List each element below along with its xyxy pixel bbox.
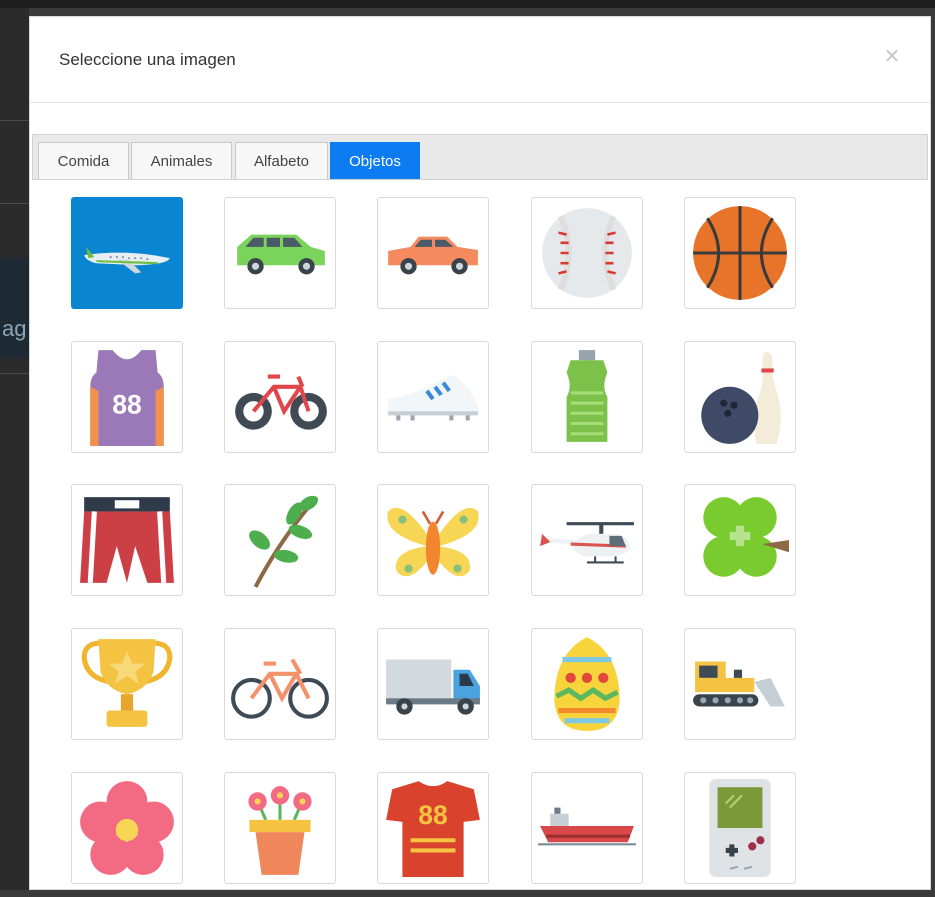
image-option-easter-egg[interactable]: [531, 628, 643, 740]
flower-icon: [80, 781, 174, 875]
bicycle-icon: [235, 374, 327, 430]
image-option-bulldozer[interactable]: [684, 628, 796, 740]
truck-icon: [386, 659, 480, 715]
image-option-butterfly[interactable]: [377, 484, 489, 596]
image-option-city-bicycle[interactable]: [224, 628, 336, 740]
jersey-88-icon: 88: [90, 350, 164, 446]
image-picker-dialog: Seleccione una imagen × Comida Animales …: [29, 16, 931, 890]
basketball-icon: [693, 206, 787, 300]
image-option-bowling[interactable]: [684, 341, 796, 453]
image-option-bicycle[interactable]: [224, 341, 336, 453]
clover-icon: [703, 497, 789, 577]
easter-egg-icon: [554, 637, 620, 731]
green-suv-icon: [237, 234, 325, 275]
bulldozer-icon: [693, 661, 785, 707]
image-option-helicopter[interactable]: [531, 484, 643, 596]
image-option-airplane[interactable]: [71, 197, 183, 309]
tab-alfabeto[interactable]: Alfabeto: [235, 142, 328, 179]
baseball-icon: [542, 208, 632, 298]
helicopter-icon: [540, 522, 634, 564]
jersey-number: 88: [418, 800, 448, 830]
background-text-fragment: ag: [2, 316, 27, 341]
tab-comida[interactable]: Comida: [38, 142, 129, 179]
butterfly-icon: [387, 507, 479, 577]
background-page: ag: [0, 8, 29, 890]
game-console-icon: [709, 779, 771, 877]
image-option-football-jersey[interactable]: 88: [377, 772, 489, 884]
tab-objetos[interactable]: Objetos: [330, 142, 420, 179]
image-option-jersey-88[interactable]: 88: [71, 341, 183, 453]
image-option-trophy[interactable]: [71, 628, 183, 740]
tab-animales[interactable]: Animales: [131, 142, 232, 179]
image-option-water-bottle[interactable]: [531, 341, 643, 453]
image-option-ship[interactable]: [531, 772, 643, 884]
sneaker-icon: [388, 374, 478, 421]
background-divider: [0, 373, 29, 374]
image-option-clover[interactable]: [684, 484, 796, 596]
dialog-header: Seleccione una imagen ×: [30, 17, 930, 103]
image-option-flower-pot[interactable]: [224, 772, 336, 884]
image-option-leaf-branch[interactable]: [224, 484, 336, 596]
dialog-title: Seleccione una imagen: [59, 50, 236, 69]
city-bicycle-icon: [231, 658, 329, 719]
flower-pot-icon: [248, 786, 312, 875]
trophy-icon: [81, 639, 173, 727]
image-option-game-console[interactable]: [684, 772, 796, 884]
close-button[interactable]: ×: [882, 45, 902, 65]
football-jersey-icon: 88: [386, 781, 480, 877]
image-option-baseball[interactable]: [531, 197, 643, 309]
category-tabs: Comida Animales Alfabeto Objetos: [32, 134, 928, 180]
background-divider: [0, 120, 29, 121]
image-grid: 88 88: [30, 197, 930, 897]
boxing-shorts-icon: [80, 497, 174, 583]
ship-icon: [538, 807, 636, 846]
water-bottle-icon: [566, 350, 608, 442]
page-top-bar: [0, 0, 935, 8]
background-panel: ag: [0, 258, 29, 358]
image-option-truck[interactable]: [377, 628, 489, 740]
image-option-boxing-shorts[interactable]: [71, 484, 183, 596]
jersey-number: 88: [112, 389, 142, 419]
image-option-orange-car[interactable]: [377, 197, 489, 309]
bowling-icon: [701, 352, 781, 444]
image-option-basketball[interactable]: [684, 197, 796, 309]
image-option-green-suv[interactable]: [224, 197, 336, 309]
image-option-flower[interactable]: [71, 772, 183, 884]
image-option-sneaker[interactable]: [377, 341, 489, 453]
leaf-branch-icon: [249, 495, 319, 588]
airplane-icon: [84, 246, 170, 274]
orange-car-icon: [388, 236, 478, 275]
background-divider: [0, 203, 29, 204]
